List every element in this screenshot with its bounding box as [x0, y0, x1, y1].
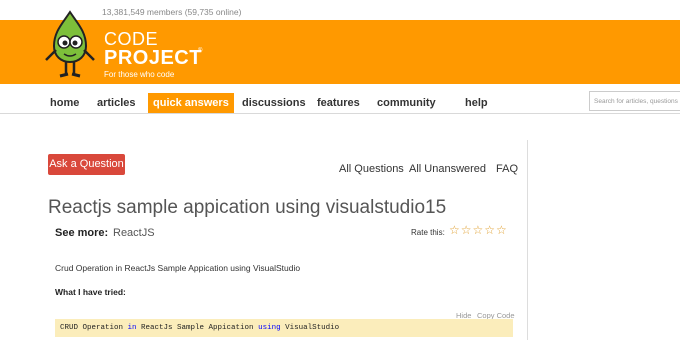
nav-quick-answers[interactable]: quick answers [148, 93, 234, 113]
rating-stars[interactable]: ☆☆☆☆☆ [449, 223, 508, 237]
nav-discussions[interactable]: discussions [237, 93, 311, 113]
code-keyword-in: in [127, 324, 137, 332]
code-text: CRUD Operation [60, 324, 128, 332]
question-body: Crud Operation in ReactJs Sample Appicat… [55, 263, 301, 273]
code-text: VisualStudio [280, 324, 340, 332]
nav-community[interactable]: community [372, 93, 441, 113]
tag-reactjs[interactable]: ReactJS [113, 227, 155, 239]
logo-text-project: PROJECT [104, 47, 202, 69]
search-input[interactable]: Search for articles, questions [589, 91, 680, 111]
code-keyword-using: using [258, 324, 281, 332]
code-text: ReactJs Sample Appication [136, 324, 259, 332]
question-title: Reactjs sample appication using visualst… [48, 197, 447, 218]
nav-help[interactable]: help [460, 93, 493, 113]
main-nav: home articles quick answers discussions … [0, 90, 680, 114]
rate-label: Rate this: [411, 228, 445, 237]
all-questions-link[interactable]: All Questions [339, 163, 404, 175]
top-bar: 13,381,549 members (59,735 online) [0, 0, 680, 20]
all-unanswered-link[interactable]: All Unanswered [409, 163, 486, 175]
nav-home[interactable]: home [45, 93, 84, 113]
members-count: 13,381,549 members (59,735 online) [102, 7, 242, 17]
codeproject-mascot-logo[interactable] [40, 10, 100, 90]
ask-question-button[interactable]: Ask a Question [48, 154, 125, 175]
see-more-label: See more: [55, 227, 109, 239]
code-block: CRUD Operation in ReactJs Sample Appicat… [55, 319, 513, 337]
nav-features[interactable]: features [312, 93, 365, 113]
nav-articles[interactable]: articles [92, 93, 141, 113]
what-i-tried-heading: What I have tried: [55, 287, 126, 297]
logo-tagline: For those who code [104, 70, 175, 79]
logo-registered-mark: ® [198, 48, 203, 54]
sidebar-divider [527, 140, 528, 340]
faq-link[interactable]: FAQ [496, 163, 518, 175]
site-banner [0, 20, 680, 84]
